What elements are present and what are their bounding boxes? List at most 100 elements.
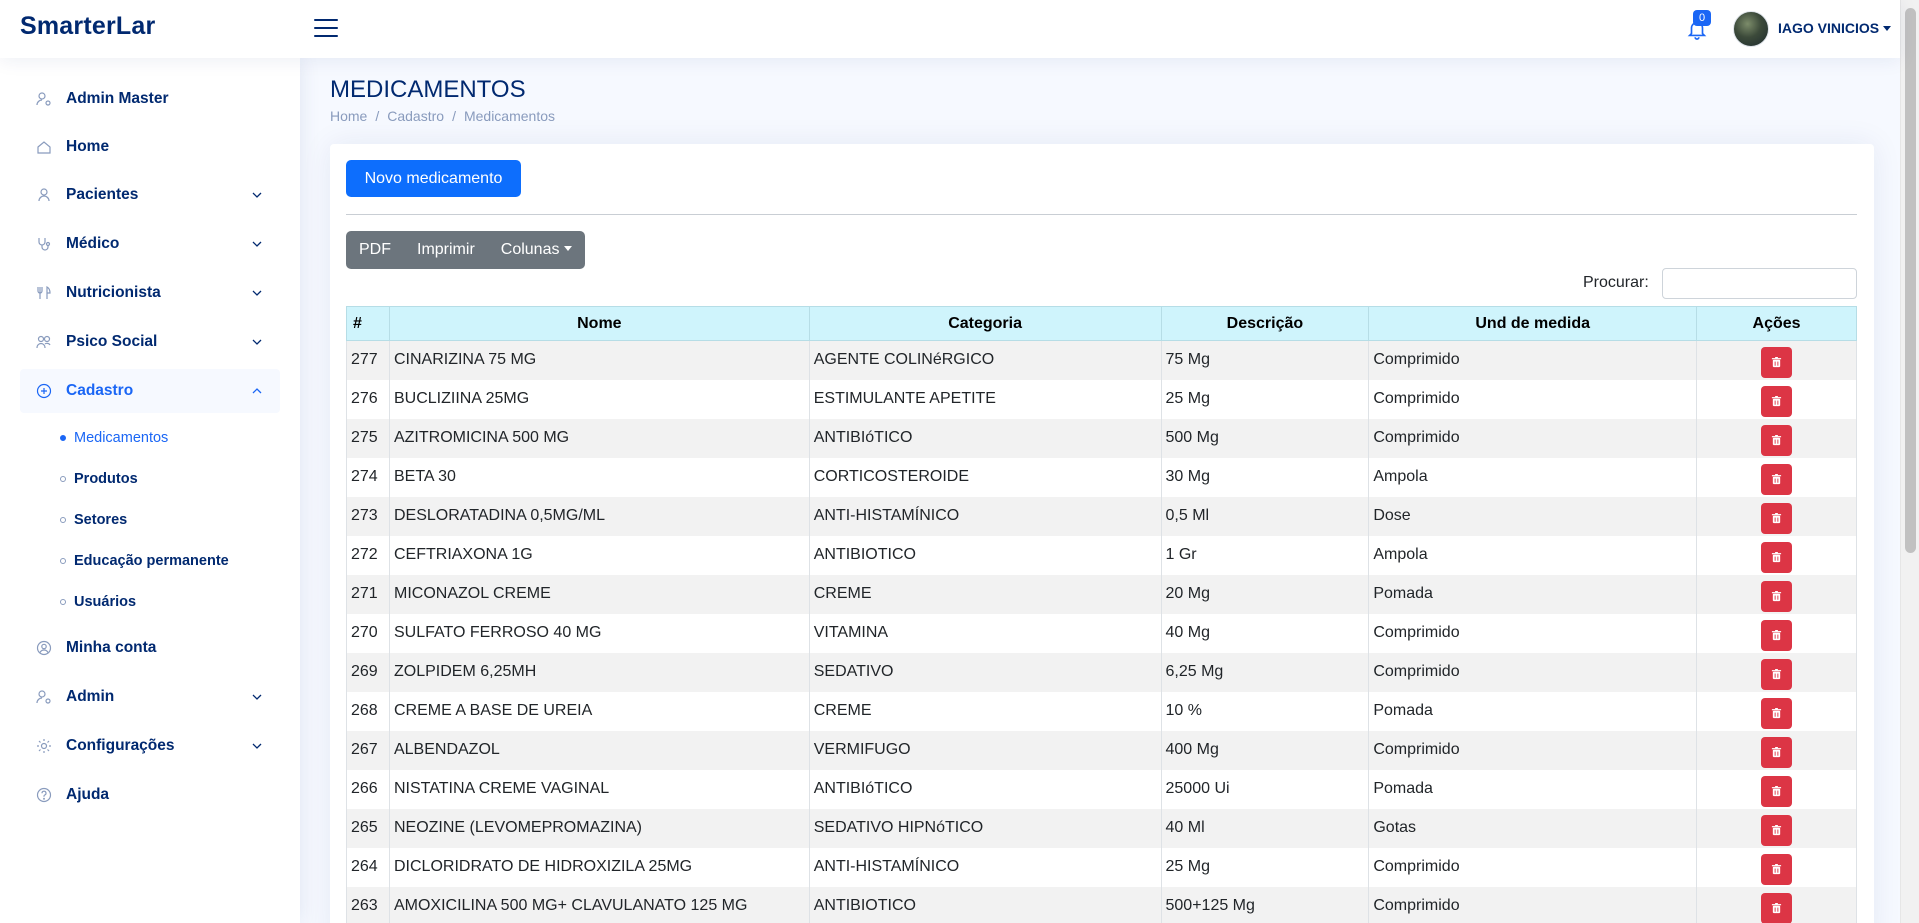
sidebar-subitem-setores[interactable]: Setores (60, 508, 127, 532)
trash-icon (1771, 395, 1782, 407)
breadcrumb-home[interactable]: Home (330, 108, 367, 124)
gear-icon (36, 738, 52, 754)
chevron-down-icon (252, 694, 262, 700)
sidebar-item-home[interactable]: Home (20, 125, 280, 169)
avatar[interactable] (1733, 11, 1769, 47)
breadcrumb-current: Medicamentos (463, 108, 555, 124)
column-header-id[interactable]: # (346, 306, 390, 341)
column-header-nome[interactable]: Nome (388, 306, 810, 341)
delete-button[interactable] (1761, 541, 1793, 573)
sidebar-item-minha-conta[interactable]: Minha conta (20, 626, 280, 670)
cell-categoria: ANTIBIOTICO (808, 535, 1162, 575)
cell-id: 264 (346, 847, 390, 887)
search-label: Procurar: (1583, 274, 1649, 291)
cell-descricao: 400 Mg (1160, 730, 1370, 770)
cell-unidade: Dose (1368, 496, 1698, 536)
sidebar-item-admin-master[interactable]: Admin Master (20, 77, 280, 121)
cell-descricao: 30 Mg (1160, 457, 1370, 497)
cell-descricao: 25 Mg (1160, 847, 1370, 887)
hamburger-menu-icon[interactable] (314, 17, 338, 39)
cell-descricao: 25000 Ui (1160, 769, 1370, 809)
cell-nome: ALBENDAZOL (388, 730, 810, 770)
breadcrumb-cadastro[interactable]: Cadastro (387, 108, 444, 124)
cell-acoes (1696, 379, 1857, 419)
column-header-categoria[interactable]: Categoria (808, 306, 1162, 341)
new-medication-button[interactable]: Novo medicamento (346, 160, 521, 197)
cell-acoes (1696, 340, 1857, 380)
table-row: 265 NEOZINE (LEVOMEPROMAZINA) SEDATIVO HIP… (346, 808, 1857, 848)
cell-unidade: Pomada (1368, 574, 1698, 614)
delete-button[interactable] (1761, 853, 1793, 885)
cell-id: 272 (346, 535, 390, 575)
delete-button[interactable] (1761, 502, 1793, 534)
delete-button[interactable] (1761, 775, 1793, 807)
brand-logo[interactable]: SmarterLar (20, 12, 155, 41)
cell-id: 265 (346, 808, 390, 848)
cell-categoria: SEDATIVO (808, 652, 1162, 692)
sidebar-subitem-usuarios[interactable]: Usuários (60, 590, 136, 614)
cell-id: 271 (346, 574, 390, 614)
columns-dropdown[interactable]: Colunas (488, 231, 586, 269)
delete-button[interactable] (1761, 385, 1793, 417)
delete-button[interactable] (1761, 346, 1793, 378)
sidebar-item-ajuda[interactable]: Ajuda (20, 773, 280, 817)
sidebar-item-medico[interactable]: Médico (20, 222, 280, 266)
delete-button[interactable] (1761, 619, 1793, 651)
print-button[interactable]: Imprimir (404, 231, 488, 269)
sidebar-item-psico-social[interactable]: Psico Social (20, 320, 280, 364)
sidebar-item-configuracoes[interactable]: Configurações (20, 724, 280, 768)
scrollbar-thumb[interactable] (1905, 8, 1916, 553)
cell-id: 274 (346, 457, 390, 497)
table-row: 276 BUCLIZIINA 25MG ESTIMULANTE APETITE 25 … (346, 379, 1857, 419)
cell-unidade: Pomada (1368, 769, 1698, 809)
delete-button[interactable] (1761, 892, 1793, 923)
bullet-icon (60, 599, 66, 605)
column-header-unidade[interactable]: Und de medida (1368, 306, 1698, 341)
sidebar-item-pacientes[interactable]: Pacientes (20, 173, 280, 217)
top-header: SmarterLar 0 IAGO VINICIOS (0, 0, 1900, 58)
cell-categoria: ANTIBIóTICO (808, 418, 1162, 458)
trash-icon (1771, 629, 1782, 641)
question-circle-icon (36, 787, 52, 803)
sidebar-subitem-medicamentos[interactable]: Medicamentos (60, 426, 168, 450)
breadcrumb-separator: / (452, 108, 456, 124)
breadcrumb: Home / Cadastro / Medicamentos (330, 108, 555, 124)
sidebar-subitem-educacao-permanente[interactable]: Educação permanente (60, 549, 229, 573)
delete-button[interactable] (1761, 424, 1793, 456)
table-row: 270 SULFATO FERROSO 40 MG VITAMINA 40 Mg Com… (346, 613, 1857, 653)
cell-id: 277 (346, 340, 390, 380)
cell-descricao: 1 Gr (1160, 535, 1370, 575)
cell-acoes (1696, 613, 1857, 653)
delete-button[interactable] (1761, 814, 1793, 846)
table-header-row: # Nome Categoria Descrição Und de medida… (346, 306, 1857, 341)
cell-unidade: Ampola (1368, 535, 1698, 575)
cell-nome: SULFATO FERROSO 40 MG (388, 613, 810, 653)
sidebar-item-nutricionista[interactable]: Nutricionista (20, 271, 280, 315)
user-name-label: IAGO VINICIOS (1778, 20, 1880, 36)
divider (346, 214, 1857, 215)
column-header-descricao[interactable]: Descrição (1160, 306, 1370, 341)
delete-button[interactable] (1761, 658, 1793, 690)
delete-button[interactable] (1761, 463, 1793, 495)
delete-button[interactable] (1761, 580, 1793, 612)
cell-acoes (1696, 847, 1857, 887)
search-input[interactable] (1662, 268, 1857, 299)
user-menu[interactable]: IAGO VINICIOS (1778, 20, 1892, 36)
sidebar-subitem-produtos[interactable]: Produtos (60, 467, 138, 491)
person-gear-icon (36, 689, 52, 705)
cell-id: 273 (346, 496, 390, 536)
sidebar-item-admin[interactable]: Admin (20, 675, 280, 719)
sidebar-item-cadastro[interactable]: Cadastro (20, 369, 280, 413)
notification-badge: 0 (1693, 10, 1711, 26)
trash-icon (1771, 590, 1782, 602)
trash-icon (1771, 902, 1782, 914)
delete-button[interactable] (1761, 736, 1793, 768)
cell-nome: AZITROMICINA 500 MG (388, 418, 810, 458)
page-scrollbar[interactable] (1900, 0, 1919, 923)
cell-categoria: SEDATIVO HIPNóTICO (808, 808, 1162, 848)
delete-button[interactable] (1761, 697, 1793, 729)
pdf-button[interactable]: PDF (346, 231, 404, 269)
cell-id: 263 (346, 886, 390, 923)
cell-acoes (1696, 574, 1857, 614)
columns-label: Colunas (500, 241, 560, 258)
